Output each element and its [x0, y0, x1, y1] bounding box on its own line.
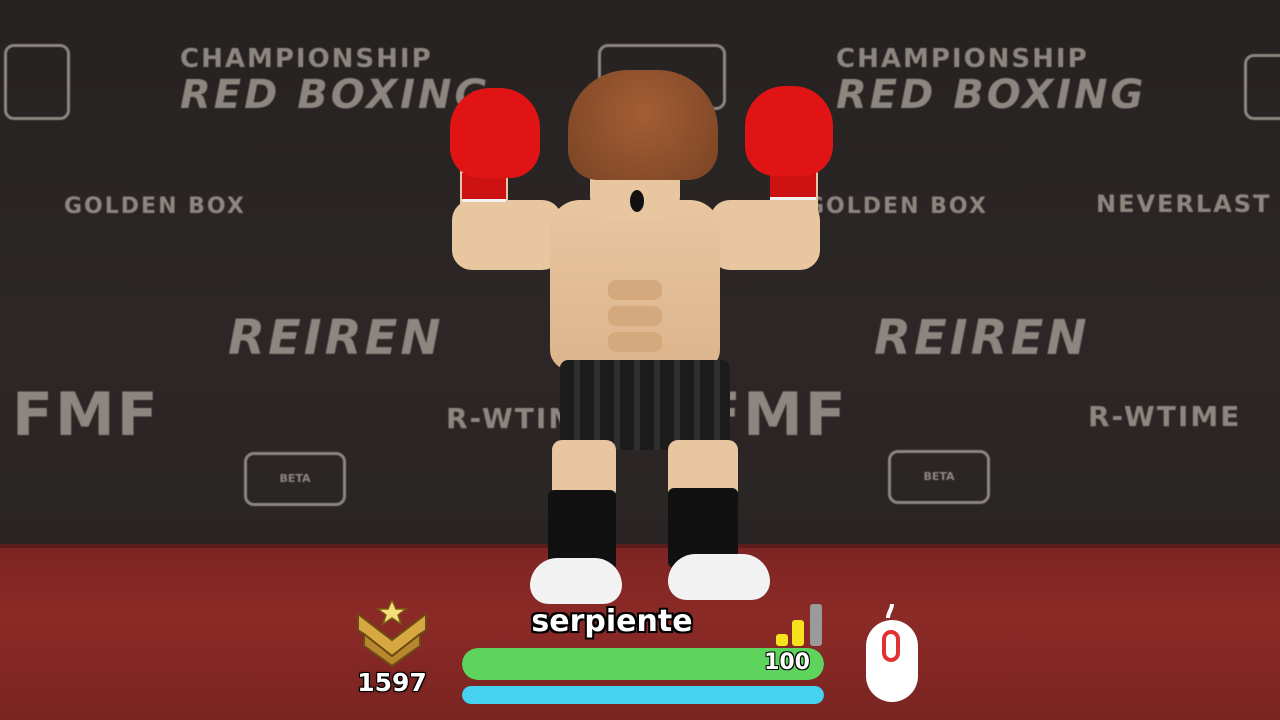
sponsor-logo: GOLDEN BOX	[64, 194, 246, 219]
sponsor-badge: BETA	[244, 452, 346, 506]
hair	[568, 70, 718, 180]
ab-muscle	[608, 280, 662, 300]
torso	[550, 200, 720, 370]
player-name: serpiente	[531, 604, 693, 639]
sponsor-logo: CHAMPIONSHIP	[180, 44, 433, 74]
sponsor-logo: CHAMPIONSHIP	[836, 44, 1089, 74]
health-bar: 100	[462, 648, 824, 680]
signal-bar	[810, 604, 822, 646]
sponsor-badge	[4, 44, 70, 120]
sponsor-badge-label: BETA	[923, 470, 955, 483]
sponsor-badge-label: BETA	[279, 472, 311, 485]
stamina-bar	[462, 686, 824, 704]
boxing-shorts	[560, 360, 730, 450]
sponsor-logo: NEVERLAST	[1096, 190, 1272, 218]
sponsor-badge: BETA	[888, 450, 990, 504]
sponsor-logo: FMF	[12, 380, 160, 450]
ab-muscle	[608, 332, 662, 352]
sponsor-logo: R-WTIME	[1088, 400, 1242, 433]
signal-bar	[776, 634, 788, 646]
left-shoe	[530, 558, 622, 604]
ab-muscle	[608, 306, 662, 326]
rank-chevron-icon	[352, 596, 432, 668]
rank-value: 1597	[357, 668, 427, 697]
right-shoe	[668, 554, 770, 600]
right-boxing-glove	[745, 86, 833, 176]
health-value: 100	[764, 650, 810, 675]
signal-bars-icon	[774, 602, 828, 646]
left-arm	[452, 200, 562, 270]
sponsor-logo: REIREN	[228, 310, 444, 366]
mouse-icon[interactable]	[862, 602, 922, 706]
sponsor-logo: RED BOXING	[836, 72, 1147, 118]
boxer-avatar	[440, 60, 840, 620]
sponsor-logo: REIREN	[874, 310, 1090, 366]
left-boxing-glove	[450, 88, 540, 178]
face-eye	[630, 190, 644, 212]
sponsor-badge	[1244, 54, 1280, 120]
signal-bar	[792, 620, 804, 646]
stamina-bar-fill	[462, 686, 824, 704]
right-arm	[710, 200, 820, 270]
